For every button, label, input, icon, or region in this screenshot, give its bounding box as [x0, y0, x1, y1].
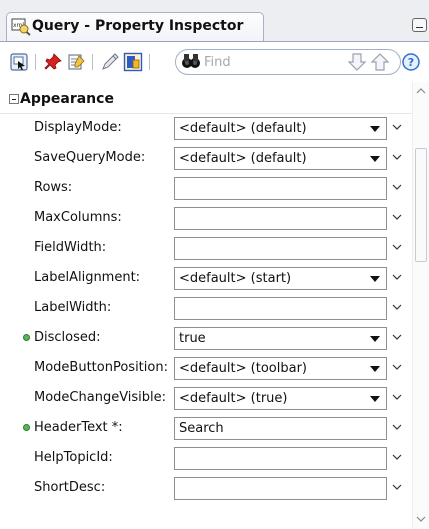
property-row-shortdesc: ShortDesc: [0, 473, 412, 503]
disclosed-select[interactable]: true [174, 327, 387, 350]
fieldwidth-input[interactable] [174, 237, 387, 260]
modechangevisible-select[interactable]: <default> (true) [174, 387, 387, 410]
property-row-headertext: HeaderText *: Search [0, 413, 412, 443]
property-inspector-window: xml Query - Property Inspector Find ? Ap… [0, 0, 429, 529]
rows-input[interactable] [174, 177, 387, 200]
property-row-labelalignment: LabelAlignment: <default> (start) [0, 263, 412, 293]
shortdesc-input[interactable] [174, 477, 387, 500]
chevron-down-icon[interactable] [392, 423, 402, 431]
property-label: ModeChangeVisible: [34, 390, 167, 405]
tab-bar: xml Query - Property Inspector [0, 0, 429, 42]
property-value: <default> (start) [179, 271, 292, 286]
property-row-disclosed: Disclosed: true [0, 323, 412, 353]
property-value: Search [179, 421, 224, 436]
property-label: ShortDesc: [34, 480, 106, 495]
property-label: LabelAlignment: [34, 270, 141, 285]
property-row-fieldwidth: FieldWidth: [0, 233, 412, 263]
dropdown-arrow-icon[interactable] [370, 396, 380, 402]
scroll-down-icon[interactable] [416, 516, 426, 522]
chevron-down-icon[interactable] [392, 453, 402, 461]
dropdown-arrow-icon[interactable] [370, 156, 380, 162]
savequerymode-select[interactable]: <default> (default) [174, 147, 387, 170]
toolbar-separator [35, 54, 36, 70]
property-label: Rows: [34, 180, 73, 195]
modebuttonposition-select[interactable]: <default> (toolbar) [174, 357, 387, 380]
property-label: FieldWidth: [34, 240, 107, 255]
dropdown-arrow-icon[interactable] [370, 366, 380, 372]
chevron-down-icon[interactable] [392, 153, 402, 161]
section-title: Appearance [20, 91, 114, 107]
property-row-savequerymode: SaveQueryMode: <default> (default) [0, 143, 412, 173]
labelwidth-input[interactable] [174, 297, 387, 320]
property-label: DisplayMode: [34, 120, 122, 135]
property-label: Disclosed: [34, 330, 101, 345]
chevron-down-icon[interactable] [392, 273, 402, 281]
toolbar-separator [92, 54, 93, 70]
arrow-up-icon[interactable] [369, 52, 391, 72]
chevron-down-icon[interactable] [392, 213, 402, 221]
panel-title: Query - Property Inspector [32, 18, 244, 34]
binoculars-icon[interactable] [180, 50, 202, 72]
toolbar-separator [149, 54, 150, 70]
modified-indicator-icon [23, 334, 30, 341]
property-row-labelwidth: LabelWidth: [0, 293, 412, 323]
help-icon[interactable]: ? [402, 53, 420, 71]
maxcolumns-input[interactable] [174, 207, 387, 230]
edit-properties-icon[interactable] [66, 52, 86, 72]
displaymode-select[interactable]: <default> (default) [174, 117, 387, 140]
chevron-down-icon[interactable] [392, 243, 402, 251]
labelalignment-select[interactable]: <default> (start) [174, 267, 387, 290]
scroll-up-icon[interactable] [416, 88, 426, 94]
dropdown-arrow-icon[interactable] [370, 126, 380, 132]
property-row-helptopicid: HelpTopicId: [0, 443, 412, 473]
section-appearance[interactable]: Appearance [0, 88, 412, 112]
property-value: <default> (toolbar) [179, 361, 307, 376]
helptopicid-input[interactable] [174, 447, 387, 470]
dropdown-arrow-icon[interactable] [370, 276, 380, 282]
chevron-down-icon[interactable] [392, 183, 402, 191]
dropdown-arrow-icon[interactable] [370, 336, 380, 342]
property-list: DisplayMode: <default> (default) SaveQue… [0, 113, 412, 529]
query-xml-icon: xml [11, 18, 31, 36]
property-label: MaxColumns: [34, 210, 122, 225]
property-label: SaveQueryMode: [34, 150, 146, 165]
property-value: true [179, 331, 206, 346]
property-value: <default> (default) [179, 151, 307, 166]
pin-icon[interactable] [43, 52, 63, 72]
vertical-scrollbar[interactable] [412, 82, 429, 529]
property-label: LabelWidth: [34, 300, 112, 315]
collapse-icon[interactable] [9, 94, 19, 104]
modified-indicator-icon [23, 424, 30, 431]
chevron-down-icon[interactable] [392, 363, 402, 371]
headertext-input[interactable]: Search [174, 417, 387, 440]
property-value: <default> (true) [179, 391, 288, 406]
toolbar: ? [0, 42, 429, 82]
property-row-displaymode: DisplayMode: <default> (default) [0, 113, 412, 143]
tab-property-inspector[interactable]: xml Query - Property Inspector [6, 12, 264, 42]
property-label: HeaderText *: [34, 420, 123, 435]
chevron-down-icon[interactable] [392, 483, 402, 491]
property-label: ModeButtonPosition: [34, 360, 168, 375]
scroll-thumb[interactable] [415, 148, 427, 262]
find-input[interactable] [204, 53, 314, 71]
select-icon[interactable] [9, 52, 29, 72]
svg-text:?: ? [408, 56, 414, 69]
property-row-modechangevisible: ModeChangeVisible: <default> (true) [0, 383, 412, 413]
chevron-down-icon[interactable] [392, 333, 402, 341]
bind-icon[interactable] [123, 52, 143, 72]
property-label: HelpTopicId: [34, 450, 113, 465]
property-row-maxcolumns: MaxColumns: [0, 203, 412, 233]
minimize-button[interactable] [412, 18, 427, 32]
property-value: <default> (default) [179, 121, 307, 136]
chevron-down-icon[interactable] [392, 393, 402, 401]
pencil-icon[interactable] [100, 52, 120, 72]
property-row-rows: Rows: [0, 173, 412, 203]
arrow-down-icon[interactable] [347, 52, 367, 72]
chevron-down-icon[interactable] [392, 123, 402, 131]
property-row-modebuttonposition: ModeButtonPosition: <default> (toolbar) [0, 353, 412, 383]
chevron-down-icon[interactable] [392, 303, 402, 311]
